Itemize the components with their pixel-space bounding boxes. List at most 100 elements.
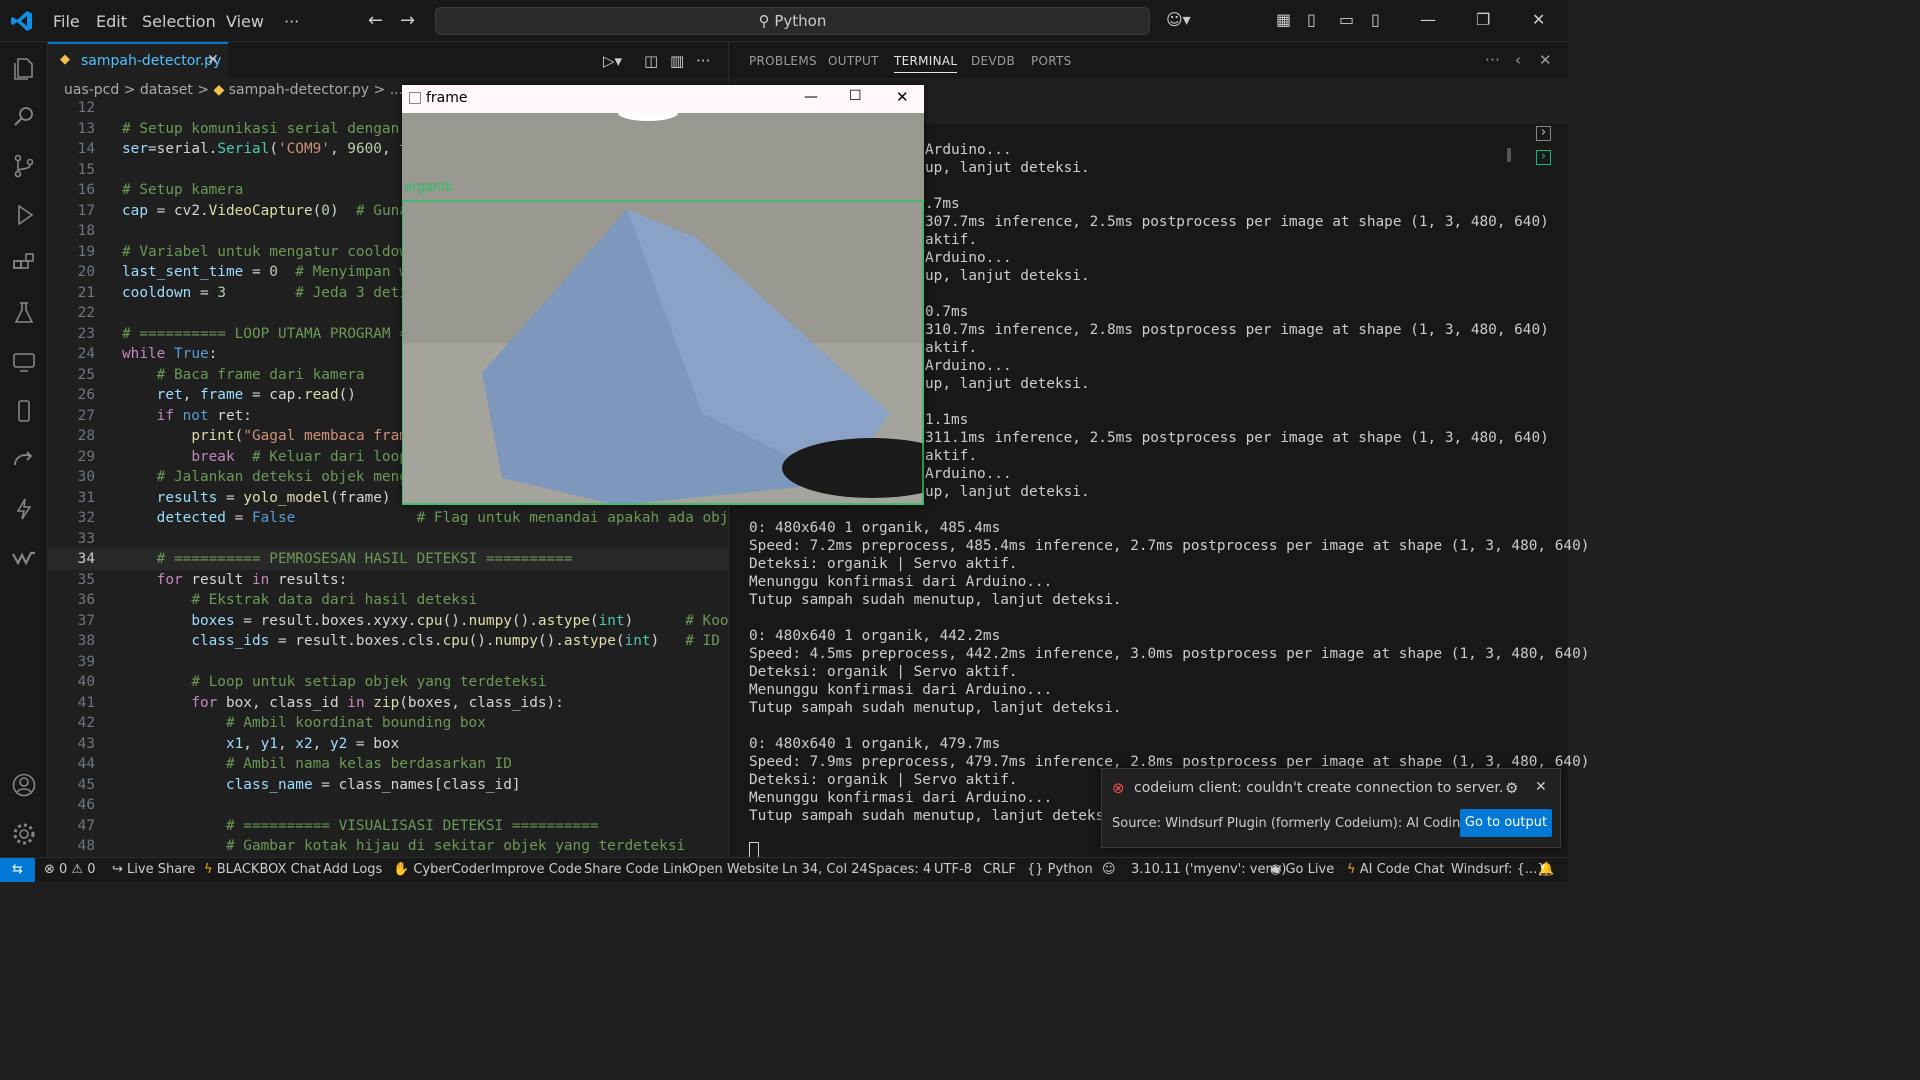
code-line[interactable]: 38 class_ids = result.boxes.cls.cpu().nu… [48, 631, 728, 652]
code-line[interactable]: 35 for result in results: [48, 570, 728, 591]
status-go-live[interactable]: ◉ Go Live [1270, 862, 1334, 877]
status-cybercoder[interactable]: ✋ CyberCoder [393, 862, 490, 877]
line-text: # Ambil nama kelas berdasarkan ID [225, 756, 512, 772]
status-share-code-link[interactable]: Share Code Link [584, 862, 690, 877]
code-line[interactable]: 33 [48, 529, 728, 550]
frame-minimize-icon[interactable]: — [804, 89, 818, 105]
copilot-status-icon[interactable]: ☺ [1102, 862, 1116, 877]
status-add-logs[interactable]: Add Logs [323, 862, 382, 877]
line-number: 38 [77, 633, 95, 649]
status-improve-code[interactable]: Improve Code [491, 862, 582, 877]
code-line[interactable]: 43 x1, y1, x2, y2 = box [48, 734, 728, 755]
status-blackbox[interactable]: ϟ BLACKBOX Chat [204, 862, 321, 877]
more-actions-icon[interactable]: ··· [696, 52, 710, 70]
line-number: 19 [77, 243, 95, 260]
run-debug-icon[interactable] [11, 202, 37, 228]
code-line[interactable]: 47 # ========== VISUALISASI DETEKSI ====… [48, 816, 728, 837]
notification-close-icon[interactable]: ✕ [1535, 779, 1547, 795]
breadcrumb-item[interactable]: uas-pcd [64, 82, 119, 98]
status-problems[interactable]: ⊗ 0 ⚠ 0 [44, 862, 96, 877]
menu-edit[interactable]: Edit [96, 12, 127, 31]
menu-view[interactable]: View [226, 12, 264, 31]
menu-selection[interactable]: Selection [142, 12, 216, 31]
toggle-secondary-sidebar-icon[interactable]: ▯ [1371, 10, 1380, 29]
status-open-website[interactable]: Open Website [688, 862, 779, 877]
breadcrumb-item[interactable]: sampah-detector.py [229, 82, 369, 98]
frame-maximize-icon[interactable]: ☐ [849, 88, 862, 104]
remote-explorer-icon[interactable] [11, 349, 37, 375]
windsurf-icon[interactable] [11, 545, 37, 571]
explorer-icon[interactable] [11, 56, 37, 82]
open-changes-icon[interactable]: ◫ [644, 52, 658, 70]
code-line[interactable]: 46 [48, 795, 728, 816]
tab-devdb[interactable]: DEVDB [971, 54, 1015, 68]
panel-more-icon[interactable]: ··· [1485, 51, 1500, 69]
code-line[interactable]: 39 [48, 652, 728, 673]
forward-arrow-icon[interactable]: → [400, 10, 415, 31]
menu-more[interactable]: ··· [284, 12, 299, 31]
code-line[interactable]: 34 # ========== PEMROSESAN HASIL DETEKSI… [48, 549, 728, 570]
code-line[interactable]: 32 detected = False # Flag untuk menanda… [48, 508, 728, 529]
status-windsurf[interactable]: Windsurf: {...} [1451, 862, 1546, 877]
toggle-sidebar-icon[interactable]: ▯ [1307, 10, 1316, 29]
code-line[interactable]: 45 class_name = class_names[class_id] [48, 775, 728, 796]
vscode-logo-icon [11, 11, 32, 31]
code-line[interactable]: 42 # Ambil koordinat bounding box [48, 713, 728, 734]
tab-sampah-detector[interactable]: ◆ sampah-detector.py ✕ [48, 42, 228, 78]
restore-icon[interactable]: ❐ [1476, 10, 1490, 29]
status-ai-chat[interactable]: ϟ AI Code Chat [1347, 862, 1444, 877]
tab-ports[interactable]: PORTS [1031, 54, 1072, 68]
tab-problems[interactable]: PROBLEMS [749, 54, 817, 68]
notification-settings-gear-icon[interactable]: ⚙ [1505, 779, 1518, 797]
terminal-python-icon[interactable]: › [1536, 150, 1551, 165]
breadcrumb-item[interactable]: dataset [140, 82, 193, 98]
status-eol[interactable]: CRLF [983, 862, 1016, 877]
code-line[interactable]: 40 # Loop untuk setiap objek yang terdet… [48, 672, 728, 693]
go-to-output-button[interactable]: Go to output [1460, 809, 1552, 837]
minimize-icon[interactable]: — [1420, 10, 1436, 29]
customize-layout-icon[interactable]: ▦ [1276, 10, 1291, 29]
status-language[interactable]: {} Python [1027, 862, 1093, 877]
testing-icon[interactable] [11, 300, 37, 326]
command-center-search[interactable]: ⚲ Python [435, 7, 1150, 35]
notifications-bell-icon[interactable]: 🔔 [1538, 862, 1554, 877]
blackbox-icon[interactable] [11, 496, 37, 522]
code-line[interactable]: 44 # Ambil nama kelas berdasarkan ID [48, 754, 728, 775]
run-python-icon[interactable]: ▷▾ [603, 52, 622, 70]
back-arrow-icon[interactable]: ← [368, 10, 383, 31]
live-share-icon[interactable] [11, 447, 37, 473]
code-line[interactable]: 48 # Gambar kotak hijau di sekitar objek… [48, 836, 728, 857]
status-interpreter[interactable]: 3.10.11 ('myenv': venv) [1131, 862, 1286, 877]
account-icon[interactable] [11, 772, 37, 798]
copilot-icon[interactable]: ☺▾ [1166, 10, 1191, 29]
split-editor-icon[interactable]: ▥ [670, 52, 684, 70]
code-line[interactable]: 36 # Ekstrak data dari hasil deteksi [48, 590, 728, 611]
remote-indicator-icon[interactable]: ⇆ [0, 858, 35, 882]
code-line[interactable]: 37 boxes = result.boxes.xyxy.cpu().numpy… [48, 611, 728, 632]
status-cursor-position[interactable]: Ln 34, Col 24 [782, 862, 868, 877]
frame-titlebar[interactable]: frame — ☐ ✕ [402, 85, 924, 113]
line-text: boxes = result.boxes.xyxy.cpu().numpy().… [191, 612, 728, 629]
tab-output[interactable]: OUTPUT [828, 54, 879, 68]
close-icon[interactable]: ✕ [1532, 10, 1545, 29]
search-icon[interactable] [11, 104, 37, 130]
extensions-icon[interactable] [11, 251, 37, 277]
line-number: 28 [77, 428, 95, 444]
device-icon[interactable] [11, 398, 37, 424]
tab-terminal[interactable]: TERMINAL [894, 54, 958, 73]
terminal-shell-icon[interactable]: › [1536, 126, 1551, 141]
terminal-scrollbar[interactable] [1507, 148, 1511, 162]
status-live-share[interactable]: ↪ Live Share [112, 862, 195, 877]
opencv-frame-window[interactable]: frame — ☐ ✕ organik [402, 85, 924, 505]
code-line[interactable]: 41 for box, class_id in zip(boxes, class… [48, 693, 728, 714]
panel-close-icon[interactable]: ✕ [1539, 51, 1552, 69]
toggle-panel-icon[interactable]: ▭ [1339, 10, 1354, 29]
panel-chevron-left-icon[interactable]: ‹ [1515, 51, 1521, 69]
close-tab-icon[interactable]: ✕ [207, 52, 219, 68]
source-control-icon[interactable] [11, 153, 37, 179]
status-encoding[interactable]: UTF-8 [934, 862, 972, 877]
settings-gear-icon[interactable] [11, 821, 37, 847]
menu-file[interactable]: File [53, 12, 80, 31]
frame-close-icon[interactable]: ✕ [896, 88, 909, 106]
status-indentation[interactable]: Spaces: 4 [868, 862, 931, 877]
